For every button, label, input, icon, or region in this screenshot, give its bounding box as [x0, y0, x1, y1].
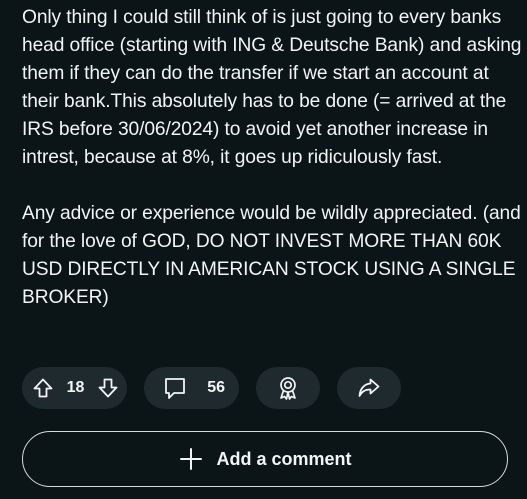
share-arrow-icon [356, 375, 382, 401]
upvote-arrow-icon[interactable] [32, 377, 54, 399]
comment-bubble-icon [162, 375, 188, 401]
award-icon [275, 375, 301, 401]
post-body: Only thing I could still think of is jus… [22, 4, 522, 312]
share-button[interactable] [337, 367, 401, 409]
post-action-bar: 18 56 [22, 367, 401, 409]
comment-count: 56 [207, 379, 225, 396]
comments-button[interactable]: 56 [144, 367, 239, 409]
add-comment-label: Add a comment [216, 448, 352, 469]
award-button[interactable] [256, 367, 320, 409]
add-comment-button[interactable]: Add a comment [22, 431, 508, 487]
vote-control: 18 [22, 367, 127, 409]
post-paragraph-1: Only thing I could still think of is jus… [22, 7, 522, 168]
vote-count: 18 [66, 379, 85, 396]
plus-icon [178, 446, 204, 472]
downvote-arrow-icon[interactable] [97, 377, 119, 399]
post-paragraph-2: Any advice or experience would be wildly… [22, 203, 521, 308]
